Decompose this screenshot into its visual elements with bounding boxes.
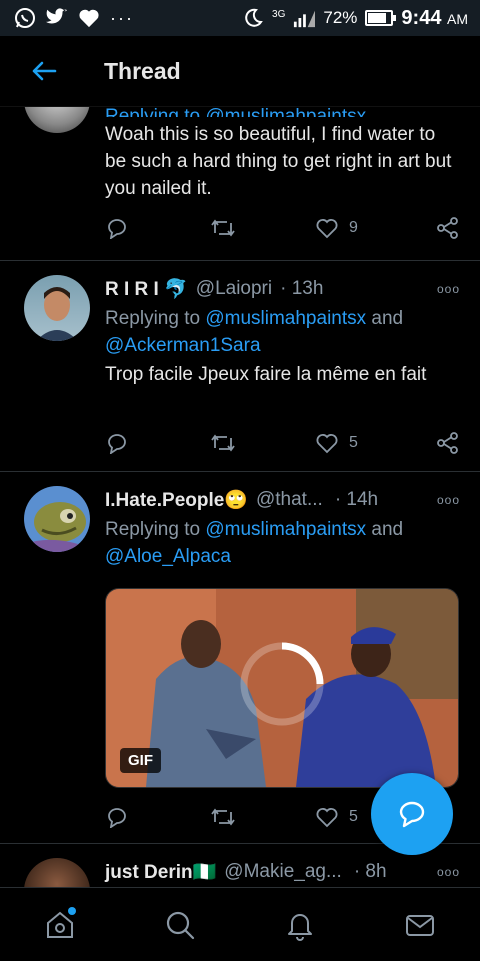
search-icon <box>166 911 195 939</box>
battery-percent: 72% <box>323 8 358 27</box>
share-icon <box>437 217 458 239</box>
mention-link[interactable]: @muslimahpaintsx <box>205 519 366 540</box>
tweet-time: · 8h <box>353 861 387 882</box>
comment-icon <box>108 219 126 239</box>
mention-link[interactable]: @Ackerman1Sara <box>105 335 261 356</box>
display-name[interactable]: I.Hate.People🙄 <box>105 488 248 512</box>
display-name[interactable]: just Derin🇳🇬 <box>105 860 216 884</box>
more-notifications-icon: ··· <box>110 7 134 28</box>
reply-button[interactable] <box>105 217 210 239</box>
page-title: Thread <box>104 57 181 84</box>
share-icon <box>437 432 458 454</box>
more-options-button[interactable]: ooo <box>437 865 460 879</box>
tweet-time: · 14h <box>334 489 379 510</box>
comment-icon <box>108 434 126 454</box>
tweet[interactable]: R I R I 🐬 @Laiopri · 13h ooo Replying to… <box>0 261 480 472</box>
like-button[interactable]: 9 <box>315 217 420 239</box>
mention-link[interactable]: @Aloe_Alpaca <box>105 546 231 567</box>
back-button[interactable] <box>24 51 64 91</box>
retweet-button[interactable] <box>210 806 315 828</box>
notifications-icon <box>288 913 312 941</box>
retweet-button[interactable] <box>210 217 315 239</box>
new-tweets-indicator <box>68 906 76 915</box>
retweet-button[interactable] <box>210 432 315 454</box>
like-count: 5 <box>349 434 358 451</box>
arrow-left-icon <box>32 61 57 81</box>
nav-search[interactable] <box>150 895 210 955</box>
heart-icon <box>316 808 338 828</box>
avatar[interactable] <box>24 858 90 887</box>
user-handle: @that... <box>255 489 323 510</box>
avatar[interactable] <box>24 486 90 552</box>
nav-home[interactable] <box>30 895 90 955</box>
network-type: 3G <box>272 8 286 20</box>
user-handle: @Makie_ag... <box>224 861 342 882</box>
mention-link[interactable]: @muslimahpaintsx <box>205 308 366 329</box>
display-name[interactable]: R I R I 🐬 <box>105 277 188 301</box>
tweet-time: · 13h <box>280 278 324 299</box>
twitter-icon <box>46 7 68 29</box>
avatar[interactable] <box>24 107 90 133</box>
share-button[interactable] <box>436 217 460 239</box>
clock: 9:44 AM <box>401 6 468 29</box>
signal-icon <box>293 7 316 29</box>
retweet-icon <box>211 434 235 452</box>
user-handle: @Laiopri <box>195 278 273 299</box>
like-count: 9 <box>349 219 358 236</box>
like-count: 5 <box>349 808 358 825</box>
thread-header: Thread <box>0 36 480 107</box>
whatsapp-icon <box>14 7 36 29</box>
more-options-button[interactable]: ooo <box>437 493 460 507</box>
bottom-navigation <box>0 887 480 961</box>
thread-feed[interactable]: Replying to @muslimahpaintsx Woah this i… <box>0 107 480 887</box>
compose-reply-icon <box>399 801 425 828</box>
like-button[interactable]: 5 <box>315 432 420 454</box>
reply-button[interactable] <box>105 806 210 828</box>
nav-messages[interactable] <box>390 895 450 955</box>
replying-to: Replying to @muslimahpaintsx and @Ackerm… <box>105 308 404 356</box>
replying-to: Replying to @muslimahpaintsx <box>105 107 460 117</box>
more-options-button[interactable]: ooo <box>437 282 460 296</box>
share-button[interactable] <box>436 432 460 454</box>
replying-to: Replying to @muslimahpaintsx and @Aloe_A… <box>105 519 404 567</box>
heart-icon <box>316 219 338 239</box>
heart-status-icon <box>78 7 100 29</box>
gif-media[interactable]: GIF <box>105 588 459 788</box>
heart-icon <box>316 434 338 454</box>
messages-icon <box>406 914 434 936</box>
compose-reply-button[interactable] <box>371 773 453 855</box>
comment-icon <box>108 808 126 828</box>
reply-button[interactable] <box>105 432 210 454</box>
status-bar: ··· 3G 72% 9:44 AM <box>0 0 480 36</box>
gif-badge: GIF <box>120 748 161 773</box>
retweet-icon <box>211 808 235 826</box>
tweet[interactable]: Replying to @muslimahpaintsx Woah this i… <box>0 107 480 261</box>
moon-icon <box>242 7 264 29</box>
battery-icon <box>365 10 397 26</box>
tweet-text: Woah this is so beautiful, I find water … <box>105 124 452 199</box>
avatar[interactable] <box>24 275 90 341</box>
nav-notifications[interactable] <box>270 895 330 955</box>
tweet-text: Trop facile Jpeux faire la même en fait <box>105 364 427 385</box>
retweet-icon <box>211 219 235 237</box>
